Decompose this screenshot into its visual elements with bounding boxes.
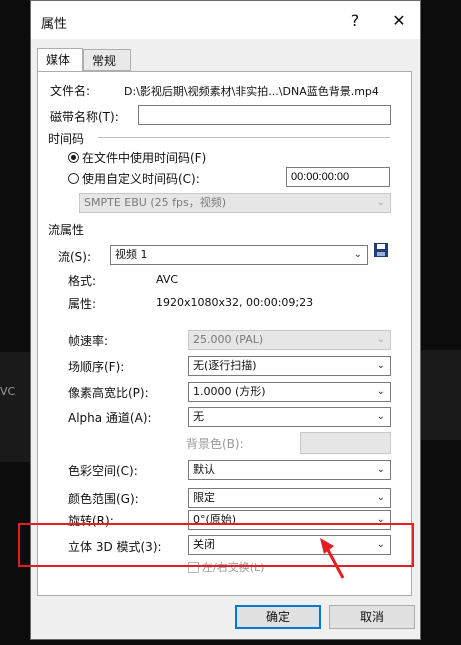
format-label: 格式: bbox=[68, 274, 97, 288]
format-value: AVC bbox=[156, 273, 179, 286]
title-bar: 属性 ? ✕ bbox=[31, 1, 420, 39]
color-range-label: 颜色范围(G): bbox=[68, 492, 139, 506]
ok-button[interactable]: 确定 bbox=[235, 605, 321, 629]
pixel-aspect-value: 1.0000 (方形) bbox=[193, 385, 266, 398]
chevron-down-icon: ⌄ bbox=[376, 360, 385, 371]
annotation-highlight-box bbox=[18, 523, 414, 567]
background-color-button bbox=[300, 432, 391, 454]
chevron-down-icon: ⌄ bbox=[376, 411, 385, 422]
pixel-aspect-label: 像素高宽比(P): bbox=[68, 386, 149, 400]
background-color-label: 背景色(B): bbox=[186, 437, 244, 451]
pixel-aspect-select[interactable]: 1.0000 (方形) ⌄ bbox=[188, 382, 391, 402]
timecode-format-value: SMPTE EBU (25 fps，视频) bbox=[84, 196, 226, 209]
help-button[interactable]: ? bbox=[343, 9, 367, 33]
timecode-from-file-label: 在文件中使用时间码(F) bbox=[82, 151, 207, 165]
timecode-group-label: 时间码 bbox=[48, 132, 85, 146]
chevron-down-icon: ⌄ bbox=[353, 249, 362, 260]
cancel-button[interactable]: 取消 bbox=[329, 605, 415, 629]
alpha-channel-select[interactable]: 无 ⌄ bbox=[188, 407, 391, 427]
frame-rate-value: 25.000 (PAL) bbox=[193, 333, 264, 346]
color-range-value: 限定 bbox=[193, 491, 215, 504]
custom-timecode-input[interactable] bbox=[286, 167, 390, 187]
tab-general[interactable]: 常规 bbox=[83, 49, 131, 71]
tape-name-label: 磁带名称(T): bbox=[50, 110, 119, 124]
custom-timecode-radio[interactable] bbox=[68, 173, 79, 184]
chevron-down-icon: ⌄ bbox=[376, 492, 385, 503]
stream-label: 流(S): bbox=[58, 250, 92, 264]
dialog-title: 属性 bbox=[41, 17, 68, 32]
tab-media[interactable]: 媒体 bbox=[37, 48, 83, 72]
alpha-channel-label: Alpha 通道(A): bbox=[68, 411, 152, 425]
file-name-value: D:\影视后期\视频素材\非实拍...\DNA蓝色背景.mp4 bbox=[124, 85, 379, 98]
background-panel bbox=[0, 352, 30, 462]
file-name-label: 文件名: bbox=[50, 84, 91, 98]
color-range-select[interactable]: 限定 ⌄ bbox=[188, 488, 391, 508]
custom-timecode-label: 使用自定义时间码(C): bbox=[82, 172, 200, 186]
close-button[interactable]: ✕ bbox=[387, 9, 411, 33]
attributes-value: 1920x1080x32, 00:00:09;23 bbox=[156, 296, 314, 309]
chevron-down-icon: ⌄ bbox=[376, 197, 385, 208]
color-space-value: 默认 bbox=[193, 463, 215, 476]
frame-rate-label: 帧速率: bbox=[68, 334, 109, 348]
timecode-separator bbox=[98, 137, 390, 138]
chevron-down-icon: ⌄ bbox=[376, 386, 385, 397]
tape-name-input[interactable] bbox=[138, 105, 391, 125]
field-order-label: 场顺序(F): bbox=[68, 360, 125, 374]
media-panel: 文件名: D:\影视后期\视频素材\非实拍...\DNA蓝色背景.mp4 磁带名… bbox=[37, 71, 412, 596]
color-space-select[interactable]: 默认 ⌄ bbox=[188, 460, 391, 480]
background-label: VC bbox=[0, 385, 16, 398]
chevron-down-icon: ⌄ bbox=[376, 334, 385, 345]
timecode-from-file-radio[interactable] bbox=[68, 152, 79, 163]
timecode-format-select: SMPTE EBU (25 fps，视频) ⌄ bbox=[79, 193, 391, 213]
frame-rate-select: 25.000 (PAL) ⌄ bbox=[188, 330, 391, 350]
stream-group-label: 流属性 bbox=[48, 223, 85, 237]
field-order-value: 无(逐行扫描) bbox=[193, 359, 257, 372]
attributes-label: 属性: bbox=[68, 297, 97, 311]
alpha-channel-value: 无 bbox=[193, 410, 204, 423]
field-order-select[interactable]: 无(逐行扫描) ⌄ bbox=[188, 356, 391, 376]
annotation-arrow-icon bbox=[320, 538, 345, 579]
color-space-label: 色彩空间(C): bbox=[68, 464, 138, 478]
save-icon[interactable] bbox=[373, 242, 389, 258]
background-panel-right bbox=[421, 350, 461, 440]
chevron-down-icon: ⌄ bbox=[376, 464, 385, 475]
stream-value: 视频 1 bbox=[115, 248, 148, 261]
stream-select[interactable]: 视频 1 ⌄ bbox=[110, 245, 368, 265]
